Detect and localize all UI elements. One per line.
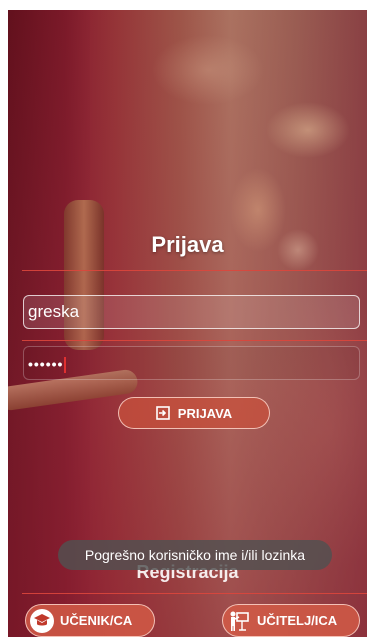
register-teacher-button[interactable]: UČITELJ/ICA	[222, 604, 360, 637]
password-input[interactable]: ••••••	[23, 346, 360, 380]
app-screen: Prijava greska •••••• PRIJAVA Registraci…	[8, 10, 367, 637]
password-value: ••••••	[28, 356, 64, 372]
login-button-label: PRIJAVA	[177, 405, 233, 421]
teacher-board-icon	[227, 609, 251, 633]
username-value: greska	[28, 302, 80, 321]
error-toast: Pogrešno korisničko ime i/ili lozinka	[58, 540, 332, 570]
register-student-button[interactable]: UČENIK/CA	[25, 604, 155, 637]
login-enter-icon	[155, 406, 170, 420]
registration-divider	[22, 593, 367, 594]
graduation-cap-icon	[30, 608, 54, 633]
text-cursor	[64, 357, 67, 374]
error-toast-message: Pogrešno korisničko ime i/ili lozinka	[84, 547, 306, 563]
field-divider	[22, 340, 367, 341]
student-button-label: UČENIK/CA	[60, 613, 133, 628]
title-divider	[22, 270, 367, 271]
login-title: Prijava	[151, 232, 224, 257]
username-input[interactable]: greska	[23, 295, 360, 329]
login-button[interactable]: PRIJAVA	[118, 397, 270, 429]
teacher-button-label: UČITELJ/ICA	[257, 613, 338, 628]
